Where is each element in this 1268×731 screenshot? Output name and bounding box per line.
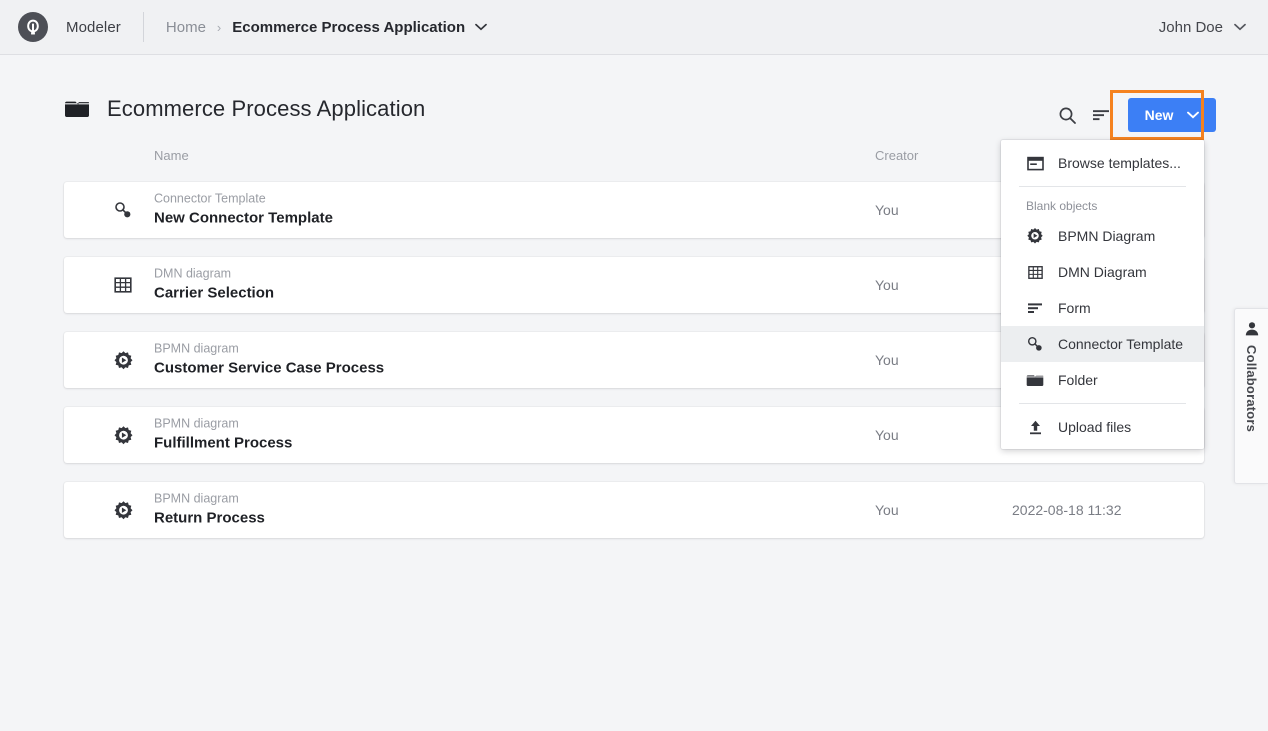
row-creator: You xyxy=(875,352,899,368)
menu-item-bpmn-diagram[interactable]: BPMN Diagram xyxy=(1001,218,1204,254)
row-type: BPMN diagram xyxy=(154,417,292,432)
folder-icon xyxy=(1026,371,1044,389)
row-name: New Connector Template xyxy=(154,209,333,229)
breadcrumb-separator: › xyxy=(217,20,221,35)
row-labels: DMN diagram Carrier Selection xyxy=(154,267,274,304)
row-labels: BPMN diagram Customer Service Case Proce… xyxy=(154,342,384,379)
user-chevron-down-icon xyxy=(1234,23,1246,31)
menu-item-form[interactable]: Form xyxy=(1001,290,1204,326)
breadcrumb-current: Ecommerce Process Application xyxy=(232,19,465,36)
row-type: Connector Template xyxy=(154,192,333,207)
search-icon xyxy=(1058,106,1077,125)
row-creator: You xyxy=(875,202,899,218)
new-button[interactable]: New xyxy=(1128,98,1216,132)
user-name: John Doe xyxy=(1159,19,1223,36)
new-dropdown-menu: Browse templates... Blank objects BPMN D… xyxy=(1001,140,1204,449)
menu-item-dmn-diagram[interactable]: DMN Diagram xyxy=(1001,254,1204,290)
form-lines-icon xyxy=(1026,299,1044,317)
connector-template-icon xyxy=(1026,335,1044,353)
top-navigation-bar: Modeler Home › Ecommerce Process Applica… xyxy=(0,0,1268,55)
collaborators-label: Collaborators xyxy=(1244,345,1259,432)
menu-item-label: Browse templates... xyxy=(1058,155,1181,171)
bpmn-gear-icon xyxy=(112,499,134,521)
camunda-c-glyph xyxy=(26,19,40,35)
row-labels: BPMN diagram Fulfillment Process xyxy=(154,417,292,454)
menu-item-label: BPMN Diagram xyxy=(1058,228,1155,244)
row-labels: BPMN diagram Return Process xyxy=(154,492,265,529)
bpmn-gear-icon xyxy=(112,424,134,446)
breadcrumb-home[interactable]: Home xyxy=(166,19,206,36)
bpmn-gear-icon xyxy=(112,349,134,371)
user-menu[interactable]: John Doe xyxy=(1159,19,1246,36)
row-modified: 2022-08-18 11:32 xyxy=(1012,502,1122,518)
row-creator: You xyxy=(875,277,899,293)
menu-item-label: Connector Template xyxy=(1058,336,1183,352)
page-heading: Ecommerce Process Application xyxy=(64,96,425,122)
brand-name: Modeler xyxy=(66,19,121,36)
dmn-table-icon xyxy=(112,274,134,296)
row-name: Carrier Selection xyxy=(154,284,274,304)
dmn-table-icon xyxy=(1026,263,1044,281)
menu-item-upload-files[interactable]: Upload files xyxy=(1001,409,1204,445)
connector-template-icon xyxy=(112,199,134,221)
row-name: Customer Service Case Process xyxy=(154,359,384,379)
browse-templates-icon xyxy=(1026,154,1044,172)
person-icon xyxy=(1244,321,1260,337)
sort-icon xyxy=(1092,107,1111,123)
new-button-chevron-down-icon xyxy=(1187,111,1199,119)
bpmn-gear-icon xyxy=(1026,227,1044,245)
row-labels: Connector Template New Connector Templat… xyxy=(154,192,333,229)
column-header-creator[interactable]: Creator xyxy=(875,148,918,163)
menu-item-folder[interactable]: Folder xyxy=(1001,362,1204,398)
menu-group-label: Blank objects xyxy=(1001,192,1204,218)
new-button-label: New xyxy=(1145,107,1174,123)
row-name: Fulfillment Process xyxy=(154,434,292,454)
breadcrumb-chevron-down-icon[interactable] xyxy=(475,23,487,31)
menu-item-connector-template[interactable]: Connector Template xyxy=(1001,326,1204,362)
list-toolbar: New xyxy=(1050,98,1216,132)
menu-item-label: Upload files xyxy=(1058,419,1131,435)
menu-divider xyxy=(1019,403,1186,404)
row-name: Return Process xyxy=(154,509,265,529)
row-creator: You xyxy=(875,502,899,518)
search-button[interactable] xyxy=(1050,98,1084,132)
upload-icon xyxy=(1026,418,1044,436)
menu-item-label: Form xyxy=(1058,300,1091,316)
camunda-logo-icon[interactable] xyxy=(18,12,48,42)
collaborators-panel-tab[interactable]: Collaborators xyxy=(1234,308,1268,484)
page-title: Ecommerce Process Application xyxy=(107,96,425,122)
row-type: DMN diagram xyxy=(154,267,274,282)
menu-item-label: Folder xyxy=(1058,372,1098,388)
header-divider xyxy=(143,12,144,42)
menu-item-browse-templates[interactable]: Browse templates... xyxy=(1001,145,1204,181)
column-header-name[interactable]: Name xyxy=(154,148,189,163)
row-type: BPMN diagram xyxy=(154,492,265,507)
folder-icon xyxy=(64,99,90,119)
row-type: BPMN diagram xyxy=(154,342,384,357)
menu-divider xyxy=(1019,186,1186,187)
menu-item-label: DMN Diagram xyxy=(1058,264,1147,280)
table-row[interactable]: BPMN diagram Return Process You 2022-08-… xyxy=(64,482,1204,538)
sort-button[interactable] xyxy=(1084,98,1118,132)
row-creator: You xyxy=(875,427,899,443)
